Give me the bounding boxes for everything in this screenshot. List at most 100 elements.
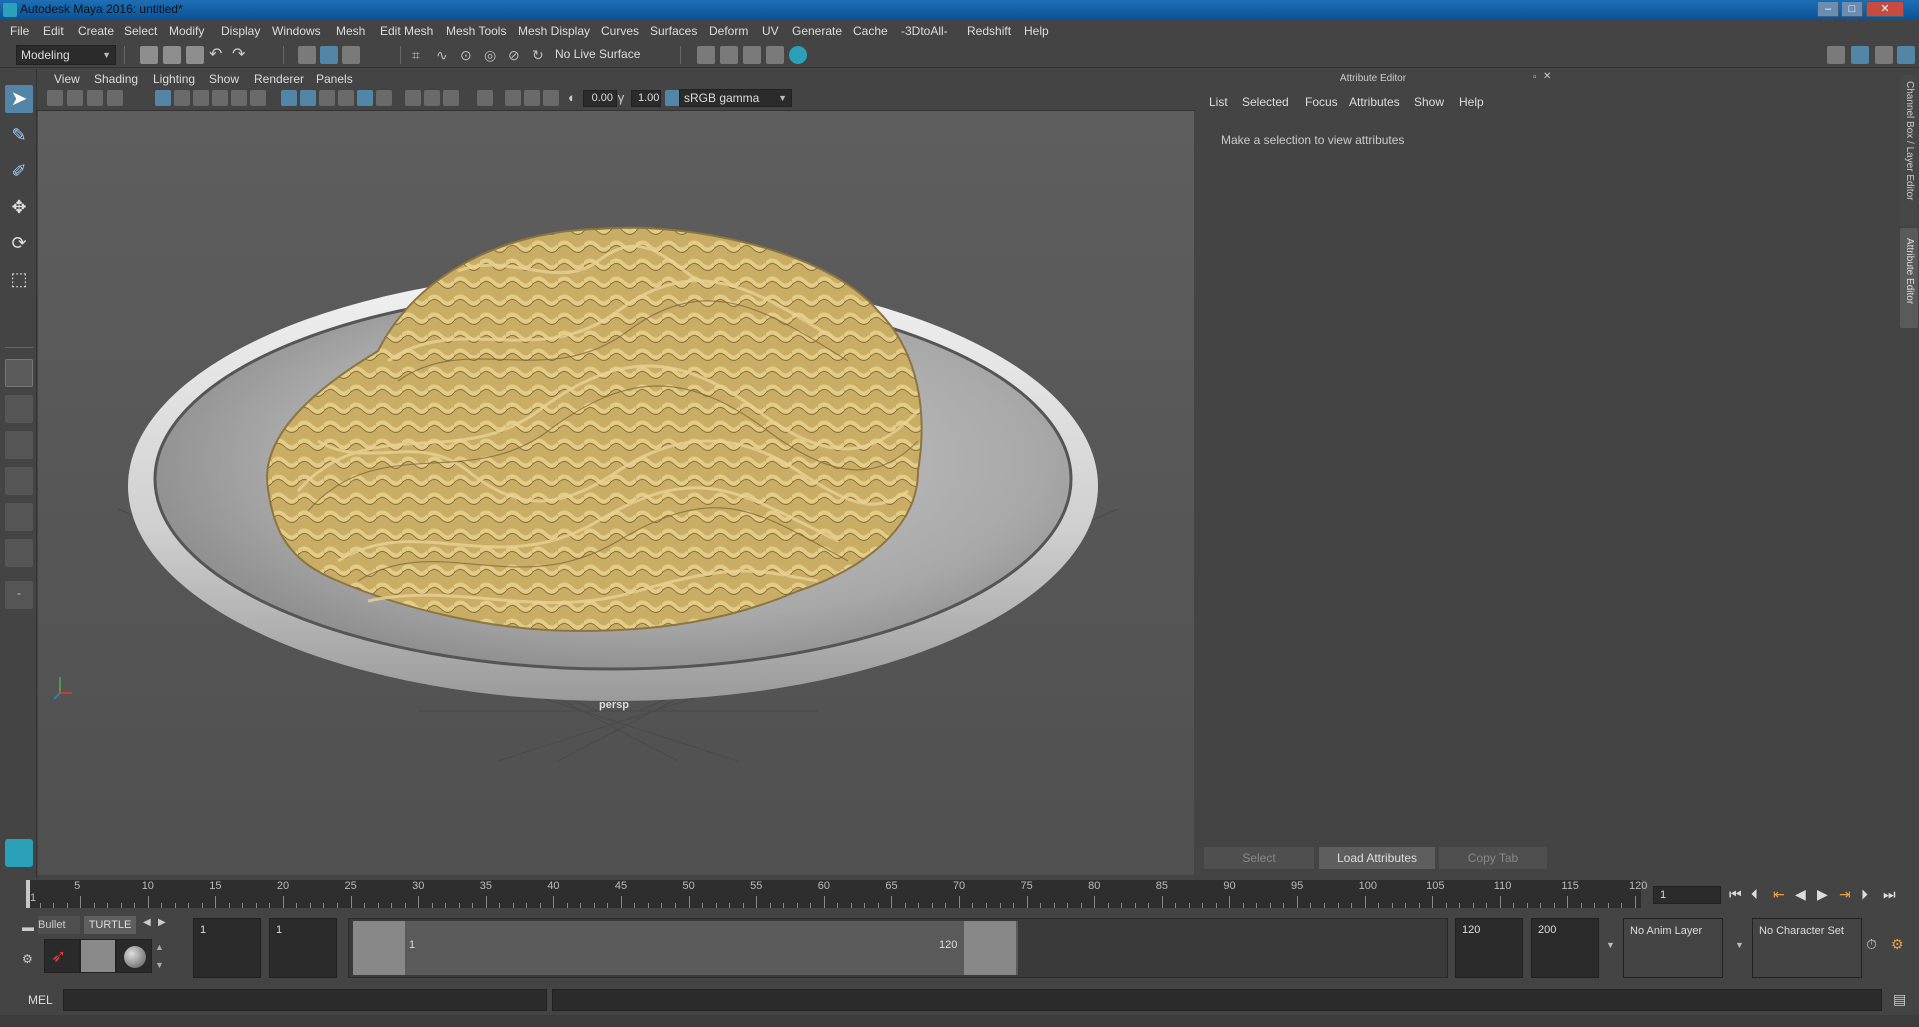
copy-tab-button[interactable]: Copy Tab <box>1439 847 1547 869</box>
xray-icon[interactable] <box>505 90 521 106</box>
turtle-surface-shader-icon[interactable] <box>116 939 152 973</box>
step-back-icon[interactable]: ⏴ <box>1751 886 1758 903</box>
select-by-object-icon[interactable] <box>320 46 338 64</box>
menu-windows[interactable]: Windows <box>272 24 321 38</box>
shelf-tab-bullet[interactable]: Bullet <box>38 916 80 934</box>
open-scene-icon[interactable] <box>163 46 181 64</box>
panel-menu-renderer[interactable]: Renderer <box>254 72 304 86</box>
menu-mesh[interactable]: Mesh <box>336 24 365 38</box>
undo-icon[interactable]: ↶ <box>209 46 227 64</box>
attr-menu-attributes[interactable]: Attributes <box>1349 95 1400 109</box>
single-perspective-layout-icon[interactable] <box>5 359 33 387</box>
gate-mask-icon[interactable] <box>212 90 228 106</box>
panel-menu-lighting[interactable]: Lighting <box>153 72 195 86</box>
animation-preferences-icon[interactable]: ⚙ <box>1891 936 1904 953</box>
go-to-end-icon[interactable]: ⏭ <box>1883 886 1896 903</box>
ambient-occlusion-icon[interactable] <box>405 90 421 106</box>
save-scene-icon[interactable] <box>186 46 204 64</box>
animation-end-field[interactable]: 200 <box>1531 918 1599 978</box>
attr-menu-selected[interactable]: Selected <box>1242 95 1289 109</box>
float-panel-icon[interactable]: ▫ <box>1533 72 1543 83</box>
chevron-down-icon[interactable]: ▼ <box>1606 940 1615 950</box>
turtle-render-icon[interactable]: ➶ <box>44 939 80 973</box>
menu-edit-mesh[interactable]: Edit Mesh <box>380 24 433 38</box>
current-time-marker[interactable] <box>26 880 30 908</box>
select-by-component-icon[interactable] <box>342 46 360 64</box>
smooth-shade-icon[interactable] <box>300 90 316 106</box>
animation-start-field[interactable]: 1 <box>193 918 261 978</box>
persp-hypershade-layout-icon[interactable] <box>5 503 33 531</box>
panel-menu-view[interactable]: View <box>54 72 80 86</box>
xray-components-icon[interactable] <box>543 90 559 106</box>
command-input[interactable] <box>63 989 547 1011</box>
grid-icon[interactable] <box>155 90 171 106</box>
scale-tool-icon[interactable]: ⬚ <box>5 265 33 293</box>
select-button[interactable]: Select <box>1204 847 1314 869</box>
gamma-field[interactable]: 1.00 <box>631 90 661 107</box>
menu-create[interactable]: Create <box>78 24 114 38</box>
modeling-toolkit-icon[interactable] <box>1827 46 1845 64</box>
menu-mesh-tools[interactable]: Mesh Tools <box>446 24 506 38</box>
field-chart-icon[interactable] <box>231 90 247 106</box>
layout-collapse-icon[interactable]: - <box>5 581 33 609</box>
attr-menu-list[interactable]: List <box>1209 95 1228 109</box>
turtle-bake-icon[interactable] <box>80 939 116 973</box>
snap-grid-icon[interactable]: ⌗ <box>412 46 430 64</box>
persp-graph-layout-icon[interactable] <box>5 467 33 495</box>
chevron-down-icon[interactable]: ▼ <box>1735 940 1744 950</box>
wireframe-icon[interactable] <box>281 90 297 106</box>
anti-aliasing-icon[interactable] <box>443 90 459 106</box>
motion-blur-icon[interactable] <box>424 90 440 106</box>
menu-mesh-display[interactable]: Mesh Display <box>518 24 590 38</box>
color-space-dropdown[interactable]: sRGB gamma ▼ <box>679 89 792 107</box>
attr-menu-show[interactable]: Show <box>1414 95 1444 109</box>
new-scene-icon[interactable] <box>140 46 158 64</box>
menu-deform[interactable]: Deform <box>709 24 748 38</box>
range-start-handle[interactable] <box>353 921 405 975</box>
exposure-icon[interactable]: ◐ <box>564 90 580 106</box>
paint-select-tool-icon[interactable]: ✐ <box>5 157 33 185</box>
shelf-next-icon[interactable]: ▶ <box>158 917 166 928</box>
snap-surface-icon[interactable]: ⊘ <box>508 46 526 64</box>
menu-cache[interactable]: Cache <box>853 24 888 38</box>
lasso-tool-icon[interactable]: ✎ <box>5 121 33 149</box>
script-editor-icon[interactable]: ▤ <box>1893 991 1906 1008</box>
channel-box-tab[interactable]: Channel Box / Layer Editor <box>1900 75 1918 225</box>
move-tool-icon[interactable]: ✥ <box>5 193 33 221</box>
character-set-dropdown[interactable]: No Character Set <box>1752 918 1862 978</box>
safe-action-icon[interactable] <box>250 90 266 106</box>
shelf-settings-icon[interactable]: ⚙ <box>22 952 34 966</box>
four-view-layout-icon[interactable] <box>5 395 33 423</box>
playback-start-field[interactable]: 1 <box>269 918 337 978</box>
render-settings-icon[interactable] <box>766 46 784 64</box>
shelf-prev-icon[interactable]: ◀ <box>143 917 151 928</box>
menuset-dropdown[interactable]: Modeling ▼ <box>16 45 116 65</box>
panel-menu-shading[interactable]: Shading <box>94 72 138 86</box>
snap-view-icon[interactable]: ◎ <box>484 46 502 64</box>
use-default-lighting-icon[interactable] <box>357 90 373 106</box>
exposure-field[interactable]: 0.00 <box>583 90 617 107</box>
panel-menu-panels[interactable]: Panels <box>316 72 353 86</box>
maximize-icon[interactable]: □ <box>1841 1 1863 17</box>
time-ruler[interactable]: 1 5 10 15 20 25 30 35 40 45 50 55 60 65 70 75 80 85 90 95 10… <box>26 880 1647 908</box>
camera-attributes-icon[interactable] <box>67 90 83 106</box>
persp-outliner-layout-icon[interactable] <box>5 431 33 459</box>
shelf-tab-turtle[interactable]: TURTLE <box>84 916 136 934</box>
select-tool-icon[interactable]: ➤ <box>5 85 33 113</box>
menu-uv[interactable]: UV <box>762 24 779 38</box>
menu-3dtoall[interactable]: -3DtoAll- <box>901 24 948 38</box>
resolution-gate-icon[interactable] <box>193 90 209 106</box>
step-forward-key-icon[interactable]: ⇥ <box>1839 886 1851 903</box>
menu-generate[interactable]: Generate <box>792 24 842 38</box>
channel-box-toggle-icon[interactable] <box>1897 46 1915 64</box>
ipr-render-icon[interactable] <box>720 46 738 64</box>
isolate-select-icon[interactable] <box>477 90 493 106</box>
current-frame-field[interactable]: 1 <box>1653 886 1721 904</box>
auto-key-icon[interactable]: ⏱ <box>1866 936 1877 953</box>
render-view-icon[interactable] <box>743 46 761 64</box>
range-end-handle[interactable] <box>964 921 1016 975</box>
panel-menu-show[interactable]: Show <box>209 72 239 86</box>
play-forward-icon[interactable]: ▶ <box>1817 886 1828 903</box>
select-by-hierarchy-icon[interactable] <box>298 46 316 64</box>
menu-surfaces[interactable]: Surfaces <box>650 24 697 38</box>
